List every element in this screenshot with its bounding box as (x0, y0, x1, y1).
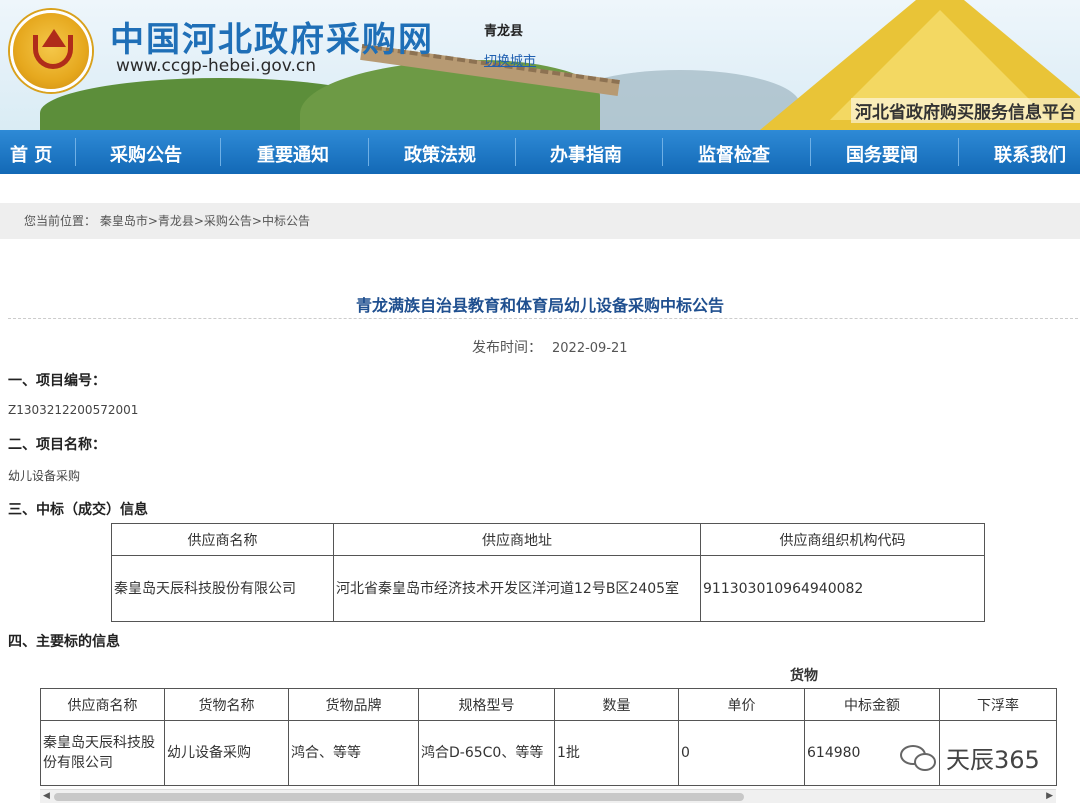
table-header: 规格型号 (418, 688, 555, 721)
table-header-row: 供应商名称 货物名称 货物品牌 规格型号 数量 单价 中标金额 下浮率 (40, 688, 1057, 721)
publish-date: 2022-09-21 (552, 341, 628, 356)
current-region: 青龙县 (484, 24, 524, 39)
section-heading-main-items: 四、主要标的信息 (8, 634, 120, 650)
chat-bubbles-icon (898, 741, 940, 775)
site-title[interactable]: 中国河北政府采购网 (110, 12, 434, 61)
project-name: 幼儿设备采购 (8, 469, 81, 483)
section-heading-project-name: 二、项目名称： (8, 437, 106, 453)
nav-separator (368, 138, 369, 166)
nav-separator (958, 138, 959, 166)
table-row: 秦皇岛天辰科技股份有限公司 河北省秦皇岛市经济技术开发区洋河道12号B区2405… (111, 555, 985, 622)
supplier-address: 河北省秦皇岛市经济技术开发区洋河道12号B区2405室 (333, 555, 701, 622)
project-number: Z1303212200572001 (8, 403, 139, 417)
header-banner: 中国河北政府采购网 www.ccgp-hebei.gov.cn 青龙县 切换城市… (0, 0, 1080, 130)
switch-city-link[interactable]: 切换城市 (484, 50, 536, 69)
section-heading-award-info: 三、中标（成交）信息 (8, 502, 148, 518)
scrollbar-thumb[interactable] (54, 793, 744, 801)
nav-item-news[interactable]: 国务要闻 (846, 141, 918, 167)
breadcrumb[interactable]: 您当前位置： 秦皇岛市>青龙县>采购公告>中标公告 (0, 203, 1080, 239)
supplier-name: 秦皇岛天辰科技股份有限公司 (111, 555, 334, 622)
site-url: www.ccgp-hebei.gov.cn (116, 56, 317, 76)
nav-item-supervision[interactable]: 监督检查 (698, 141, 770, 167)
bubble-shape (914, 752, 936, 771)
main-nav: 首 页 采购公告 重要通知 政策法规 办事指南 监督检查 国务要闻 联系我们 (0, 130, 1080, 174)
table-header: 下浮率 (939, 688, 1057, 721)
section-heading-project-number: 一、项目编号： (8, 373, 106, 389)
watermark: 天辰365 (898, 740, 1040, 775)
table-header: 供应商名称 (40, 688, 165, 721)
scroll-left-icon[interactable]: ◀ (43, 791, 50, 801)
nav-separator (515, 138, 516, 166)
nav-item-notices[interactable]: 重要通知 (257, 141, 329, 167)
publish-label: 发布时间： (472, 340, 542, 356)
watermark-text: 天辰365 (946, 746, 1040, 774)
nav-separator (810, 138, 811, 166)
nav-item-guide[interactable]: 办事指南 (550, 141, 622, 167)
nav-separator (220, 138, 221, 166)
table-header: 供应商组织机构代码 (700, 523, 985, 556)
goods-brand: 鸿合、等等 (288, 720, 419, 786)
nav-item-policies[interactable]: 政策法规 (404, 141, 476, 167)
logo-bowl (33, 35, 73, 69)
publish-info: 发布时间： 2022-09-21 (472, 337, 628, 357)
goods-supplier-name: 秦皇岛天辰科技股份有限公司 (40, 720, 165, 786)
table-header: 数量 (554, 688, 679, 721)
horizontal-scrollbar[interactable]: ◀ ▶ (40, 789, 1056, 803)
table-header: 供应商名称 (111, 523, 334, 556)
nav-separator (662, 138, 663, 166)
goods-quantity: 1批 (554, 720, 679, 786)
platform-name[interactable]: 河北省政府购买服务信息平台 (851, 98, 1080, 123)
nav-separator (75, 138, 76, 166)
table-header: 货物名称 (164, 688, 289, 721)
table-header: 货物品牌 (288, 688, 419, 721)
table-header: 供应商地址 (333, 523, 701, 556)
table-header: 中标金额 (804, 688, 940, 721)
goods-label: 货物 (790, 668, 818, 684)
goods-unit-price: 0 (678, 720, 805, 786)
title-divider (8, 318, 1078, 319)
supplier-table: 供应商名称 供应商地址 供应商组织机构代码 秦皇岛天辰科技股份有限公司 河北省秦… (111, 523, 985, 622)
scroll-right-icon[interactable]: ▶ (1046, 791, 1053, 801)
nav-item-announcements[interactable]: 采购公告 (110, 141, 182, 167)
nav-item-home[interactable]: 首 页 (10, 141, 52, 167)
emblem-logo[interactable] (10, 10, 92, 92)
goods-name: 幼儿设备采购 (164, 720, 289, 786)
table-header-row: 供应商名称 供应商地址 供应商组织机构代码 (111, 523, 985, 556)
supplier-org-code: 911303010964940082 (700, 555, 985, 622)
nav-item-contact[interactable]: 联系我们 (994, 141, 1066, 167)
table-header: 单价 (678, 688, 805, 721)
page-title: 青龙满族自治县教育和体育局幼儿设备采购中标公告 (355, 296, 724, 315)
goods-model: 鸿合D-65C0、等等 (418, 720, 555, 786)
